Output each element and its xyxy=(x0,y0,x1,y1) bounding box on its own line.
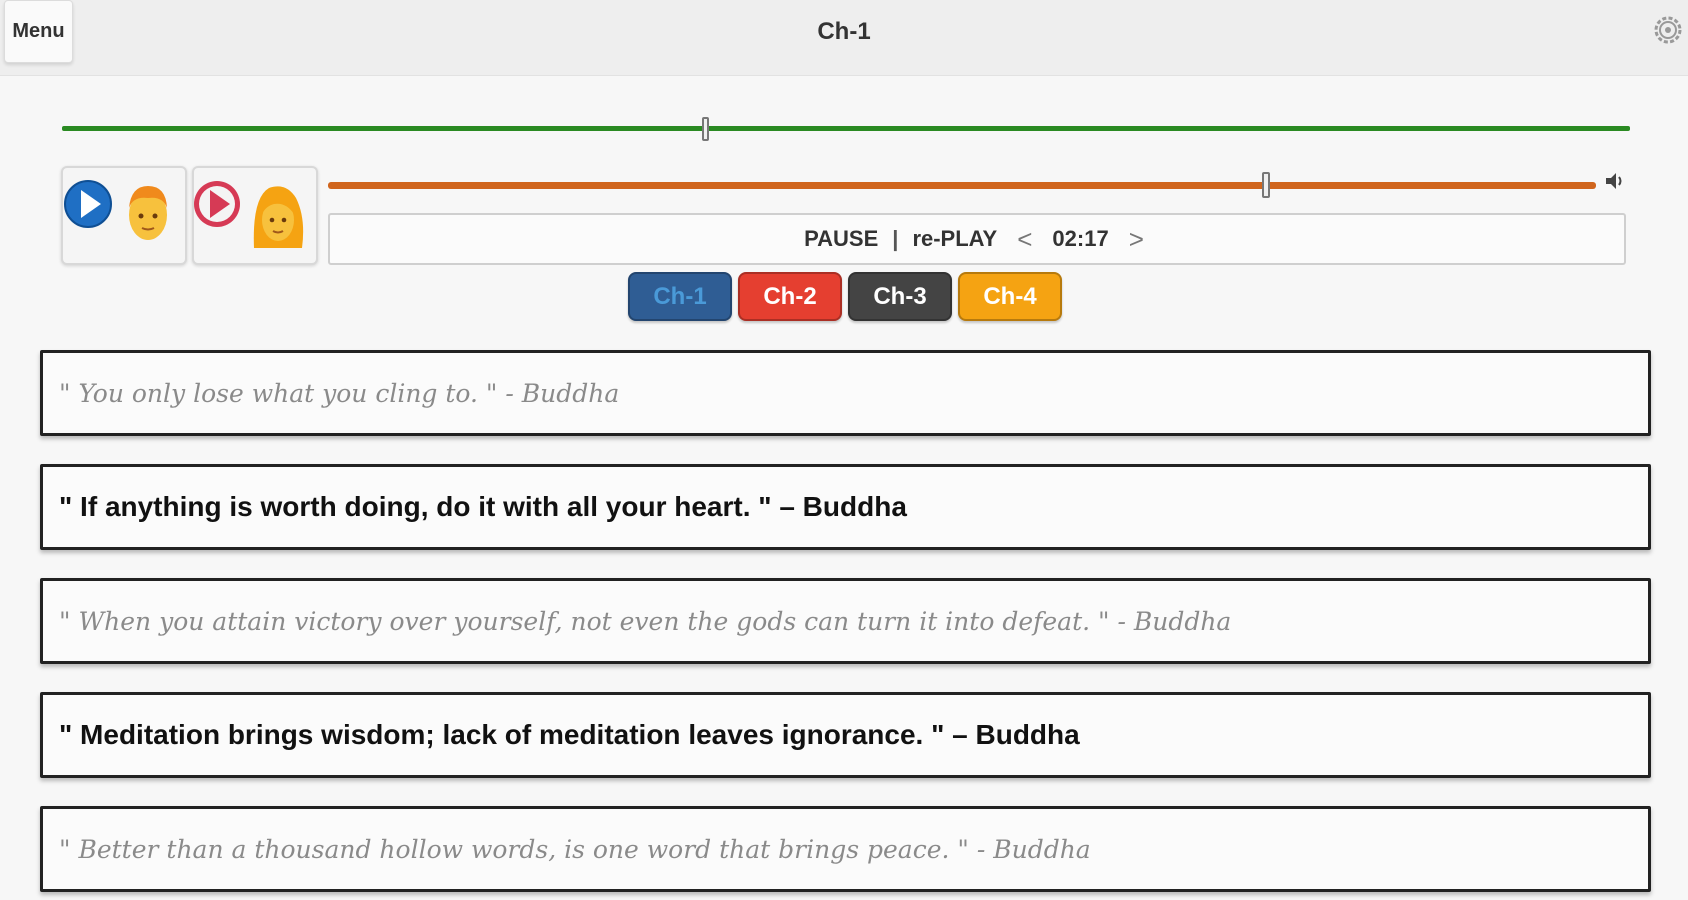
chapter-tab-ch4[interactable]: Ch-4 xyxy=(958,272,1062,321)
chapter-tab-ch1[interactable]: Ch-1 xyxy=(628,272,732,321)
quote-item[interactable]: " Better than a thousand hollow words, i… xyxy=(40,806,1651,892)
next-arrow-icon[interactable]: > xyxy=(1123,224,1150,255)
volume-slider[interactable] xyxy=(328,182,1596,189)
chapter-tab-ch2[interactable]: Ch-2 xyxy=(738,272,842,321)
progress-handle[interactable] xyxy=(701,117,709,141)
quote-item[interactable]: " You only lose what you cling to. " - B… xyxy=(40,350,1651,436)
playback-progress-bar[interactable] xyxy=(62,126,1630,131)
chapter-tabs: Ch-1 Ch-2 Ch-3 Ch-4 xyxy=(628,272,1062,321)
quote-item[interactable]: " When you attain victory over yourself,… xyxy=(40,578,1651,664)
woman-face-icon xyxy=(253,186,304,248)
time-display: 02:17 xyxy=(1052,226,1109,251)
quote-item[interactable]: " If anything is worth doing, do it with… xyxy=(40,464,1651,550)
volume-handle[interactable] xyxy=(1262,172,1271,198)
female-voice-play-button[interactable] xyxy=(192,166,318,265)
male-voice-play-button[interactable] xyxy=(61,166,187,265)
page-title: Ch-1 xyxy=(817,18,871,45)
top-bar: Menu Ch-1 xyxy=(0,0,1688,76)
quote-item[interactable]: " Meditation brings wisdom; lack of medi… xyxy=(40,692,1651,778)
gear-icon[interactable] xyxy=(1652,10,1684,50)
speaker-icon[interactable] xyxy=(1604,170,1624,192)
chapter-tab-ch3[interactable]: Ch-3 xyxy=(848,272,952,321)
man-face-icon xyxy=(129,186,167,240)
replay-button[interactable]: re-PLAY xyxy=(912,226,997,252)
separator: | xyxy=(892,226,899,251)
pause-button[interactable]: PAUSE xyxy=(804,226,878,252)
playback-controls: PAUSE | re-PLAY < 02:17 > xyxy=(328,213,1626,265)
prev-arrow-icon[interactable]: < xyxy=(1011,224,1038,255)
